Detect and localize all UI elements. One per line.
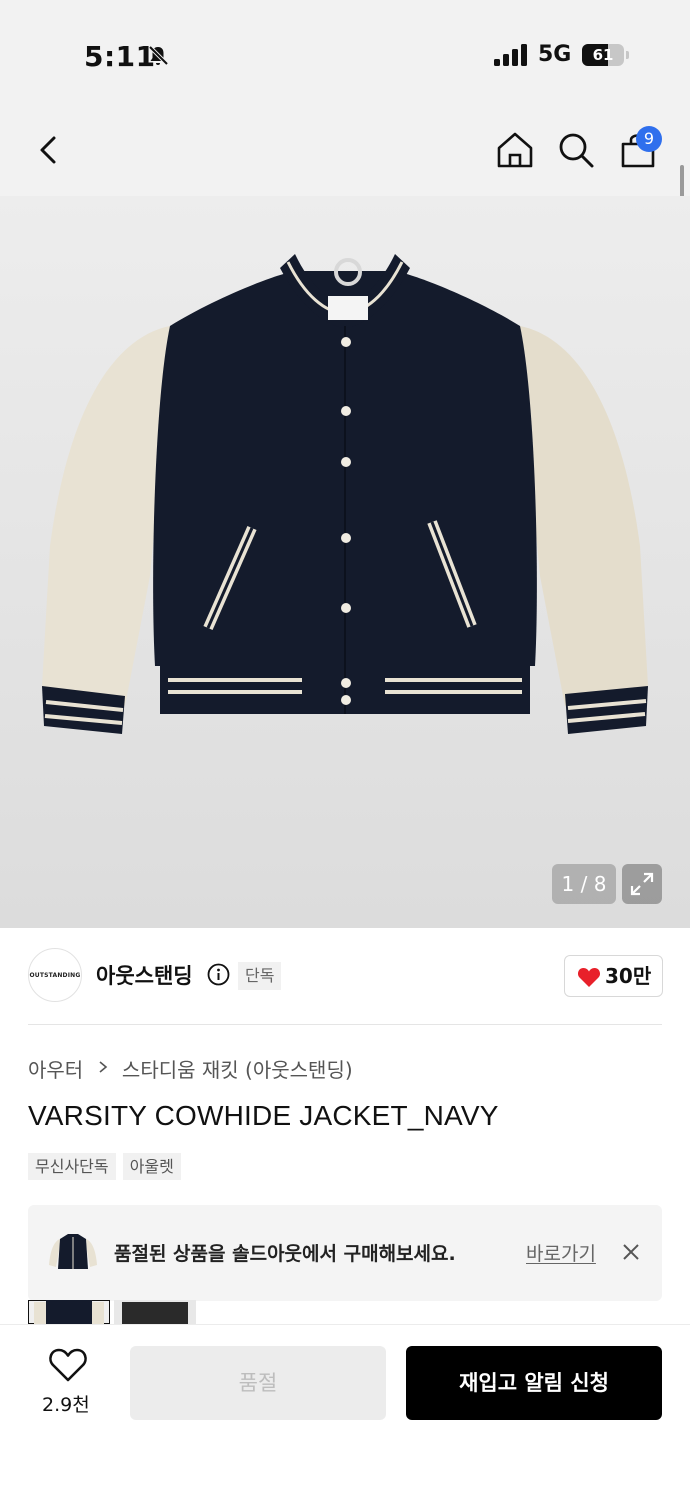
brand-name[interactable]: 아웃스탠딩 [96,960,193,990]
search-icon[interactable] [554,128,598,172]
back-icon[interactable] [26,128,70,172]
product-image [42,254,648,734]
heart-filled-icon [577,968,601,987]
breadcrumb-item-outer[interactable]: 아우터 [28,1054,83,1083]
banner-product-thumbnail [49,1234,97,1269]
product-title: VARSITY COWHIDE JACKET_NAVY [28,1100,499,1131]
banner-message: 품절된 상품을 솔드아웃에서 구매해보세요. [114,1243,456,1265]
brand-like-count: 30만 [605,964,652,988]
heart-outline-icon[interactable] [48,1346,88,1384]
tag-outlet: 아울렛 [122,1153,181,1180]
thumbnail-navy[interactable] [28,1300,110,1324]
breadcrumb: 아우터 스타디움 재킷 (아웃스탠딩) [28,1054,353,1082]
chevron-right-icon [99,1061,107,1073]
restock-alert-button[interactable]: 재입고 알림 신청 [406,1346,662,1420]
cart-badge: 9 [636,126,662,152]
product-tags: 무신사단독 아울렛 [28,1153,183,1181]
thumbnail-black[interactable] [114,1300,196,1324]
battery-icon: 61 [582,44,630,66]
status-time: 5:11 [84,40,156,73]
product-image-gallery[interactable] [0,196,690,928]
tag-musinsa-exclusive: 무신사단독 [28,1153,116,1180]
thumbnail-strip [28,1300,198,1324]
soldout-banner[interactable]: 품절된 상품을 솔드아웃에서 구매해보세요. 바로가기 [28,1205,662,1301]
bell-muted-icon [148,45,169,66]
info-icon[interactable] [207,963,230,986]
image-counter: 1 / 8 [552,864,616,904]
cellular-signal-icon [494,44,527,66]
banner-go-link[interactable]: 바로가기 [526,1239,596,1266]
soldout-button[interactable]: 품절 [130,1346,386,1420]
wish-count: 2.9천 [42,1394,90,1416]
breadcrumb-item-category[interactable]: 스타디움 재킷 (아웃스탠딩) [122,1054,353,1083]
divider [28,1024,662,1025]
exclusive-tag: 단독 [238,962,282,990]
network-type: 5G [538,42,572,67]
close-icon[interactable] [620,1241,642,1263]
home-icon[interactable] [493,128,537,172]
battery-level: 61 [592,46,614,64]
expand-icon[interactable] [622,864,662,904]
brand-logo[interactable]: OUTSTANDING [28,948,82,1002]
brand-like-button[interactable]: 30만 [564,955,663,997]
